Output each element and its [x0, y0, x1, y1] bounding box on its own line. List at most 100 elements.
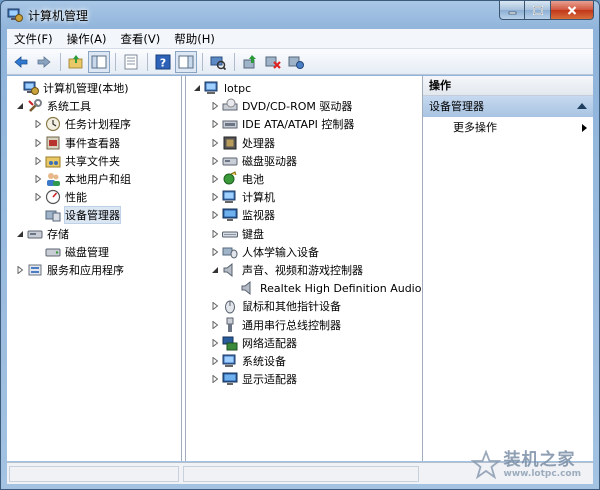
- device-category-display[interactable]: 显示适配器: [186, 370, 422, 388]
- collapse-arrow-icon[interactable]: [15, 229, 25, 239]
- collapse-up-icon[interactable]: [577, 103, 587, 109]
- svg-text:?: ?: [160, 56, 166, 69]
- device-category-network[interactable]: 网络适配器: [186, 334, 422, 352]
- clock-icon: [45, 117, 61, 132]
- device-category-battery[interactable]: 电池: [186, 170, 422, 188]
- expand-arrow-icon[interactable]: [210, 156, 220, 166]
- status-cell: [9, 466, 179, 482]
- tree-item-disk-management[interactable]: 磁盘管理: [7, 243, 181, 261]
- console-tree-pane[interactable]: 计算机管理(本地) 系统工具 任务计划程序 事件查看器 共享文件夹 本地用户和组…: [7, 76, 182, 461]
- menu-help[interactable]: 帮助(H): [167, 29, 222, 49]
- actions-group-label: 设备管理器: [429, 100, 484, 113]
- expand-arrow-icon[interactable]: [210, 301, 220, 311]
- device-category-mouse[interactable]: 鼠标和其他指针设备: [186, 297, 422, 315]
- menu-bar: 文件(F) 操作(A) 查看(V) 帮助(H): [7, 29, 593, 49]
- computer-icon: [204, 81, 218, 95]
- menu-action[interactable]: 操作(A): [60, 29, 114, 49]
- expand-arrow-icon[interactable]: [210, 356, 220, 366]
- toolbar-separator: [202, 52, 203, 71]
- expand-arrow-icon[interactable]: [210, 138, 220, 148]
- tree-label: 磁盘管理: [65, 245, 109, 259]
- expand-arrow-icon[interactable]: [210, 174, 220, 184]
- tree-item-task-scheduler[interactable]: 任务计划程序: [7, 115, 181, 133]
- event-viewer-icon: [46, 136, 60, 150]
- device-category-ide[interactable]: IDE ATA/ATAPI 控制器: [186, 115, 422, 133]
- device-category-processor[interactable]: 处理器: [186, 134, 422, 152]
- show-hide-tree-button[interactable]: [88, 50, 110, 73]
- tree-item-computer-management[interactable]: 计算机管理(本地): [7, 79, 181, 97]
- expand-arrow-icon[interactable]: [210, 192, 220, 202]
- device-category-usb[interactable]: 通用串行总线控制器: [186, 315, 422, 333]
- expand-arrow-icon[interactable]: [210, 229, 220, 239]
- more-actions-link[interactable]: 更多操作: [423, 117, 593, 139]
- minimize-button[interactable]: [499, 1, 525, 20]
- close-icon: [567, 5, 577, 15]
- device-root-lotpc[interactable]: lotpc: [186, 79, 422, 97]
- collapse-arrow-icon[interactable]: [192, 83, 202, 93]
- expand-arrow-icon[interactable]: [210, 247, 220, 257]
- actions-group-device-manager[interactable]: 设备管理器: [423, 96, 593, 117]
- device-label: 鼠标和其他指针设备: [242, 300, 341, 314]
- device-category-hid[interactable]: 人体学输入设备: [186, 243, 422, 261]
- device-realtek-audio[interactable]: Realtek High Definition Audio: [186, 279, 422, 297]
- device-category-sound[interactable]: 声音、视频和游戏控制器: [186, 261, 422, 279]
- expand-arrow-icon[interactable]: [210, 338, 220, 348]
- device-category-monitor[interactable]: 监视器: [186, 206, 422, 224]
- scan-hardware-button[interactable]: [207, 51, 229, 73]
- expand-arrow-icon[interactable]: [33, 174, 43, 184]
- services-icon: [28, 264, 42, 276]
- expand-arrow-icon[interactable]: [210, 101, 220, 111]
- uninstall-device-button[interactable]: [285, 51, 307, 73]
- tree-item-performance[interactable]: 性能: [7, 188, 181, 206]
- device-category-computer[interactable]: 计算机: [186, 188, 422, 206]
- update-driver-button[interactable]: [239, 51, 261, 73]
- expand-arrow-icon[interactable]: [15, 265, 25, 275]
- tree-item-system-tools[interactable]: 系统工具: [7, 97, 181, 115]
- tree-item-event-viewer[interactable]: 事件查看器: [7, 134, 181, 152]
- disable-device-button[interactable]: [262, 51, 284, 73]
- toolbar-separator: [60, 52, 61, 71]
- expand-arrow-icon[interactable]: [210, 119, 220, 129]
- device-category-system[interactable]: 系统设备: [186, 352, 422, 370]
- help-button[interactable]: ?: [152, 51, 174, 73]
- tree-item-shared-folders[interactable]: 共享文件夹: [7, 152, 181, 170]
- device-tree-pane[interactable]: lotpc DVD/CD-ROM 驱动器 IDE ATA/ATAPI 控制器 处…: [185, 76, 423, 461]
- expand-arrow-icon[interactable]: [33, 192, 43, 202]
- tree-item-local-users-groups[interactable]: 本地用户和组: [7, 170, 181, 188]
- collapse-arrow-icon[interactable]: [210, 265, 220, 275]
- device-label: 网络适配器: [242, 336, 297, 350]
- maximize-button[interactable]: [525, 1, 551, 20]
- toolbar: ?: [7, 49, 593, 75]
- tree-item-services-applications[interactable]: 服务和应用程序: [7, 261, 181, 279]
- expand-arrow-icon[interactable]: [33, 138, 43, 148]
- device-label: 处理器: [242, 136, 275, 150]
- expand-arrow-icon[interactable]: [33, 119, 43, 129]
- device-category-disk[interactable]: 磁盘驱动器: [186, 152, 422, 170]
- tree-item-storage[interactable]: 存储: [7, 225, 181, 243]
- close-button[interactable]: [551, 1, 594, 20]
- title-bar[interactable]: 计算机管理: [1, 1, 599, 29]
- back-button[interactable]: [10, 51, 32, 73]
- expand-arrow-icon[interactable]: [210, 210, 220, 220]
- console-tree: 计算机管理(本地) 系统工具 任务计划程序 事件查看器 共享文件夹 本地用户和组…: [7, 76, 181, 279]
- collapse-arrow-icon[interactable]: [15, 101, 25, 111]
- tree-item-device-manager[interactable]: 设备管理器: [7, 206, 181, 225]
- device-root-label: lotpc: [224, 81, 252, 95]
- forward-button[interactable]: [33, 51, 55, 73]
- show-action-pane-button[interactable]: [175, 50, 197, 73]
- up-one-level-button[interactable]: [65, 51, 87, 73]
- expand-arrow-icon[interactable]: [210, 320, 220, 330]
- menu-view[interactable]: 查看(V): [113, 29, 167, 49]
- device-label: IDE ATA/ATAPI 控制器: [242, 118, 355, 132]
- device-category-dvd[interactable]: DVD/CD-ROM 驱动器: [186, 97, 422, 115]
- processor-icon: [223, 136, 237, 150]
- expand-arrow-icon[interactable]: [33, 156, 43, 166]
- device-label: 通用串行总线控制器: [242, 318, 341, 332]
- expand-arrow-icon[interactable]: [210, 374, 220, 384]
- computer-icon: [222, 190, 236, 204]
- device-category-keyboard[interactable]: 键盘: [186, 225, 422, 243]
- properties-button[interactable]: [120, 51, 142, 73]
- watermark-star-icon: [470, 450, 501, 480]
- menu-file[interactable]: 文件(F): [7, 29, 60, 49]
- device-label: DVD/CD-ROM 驱动器: [242, 100, 353, 114]
